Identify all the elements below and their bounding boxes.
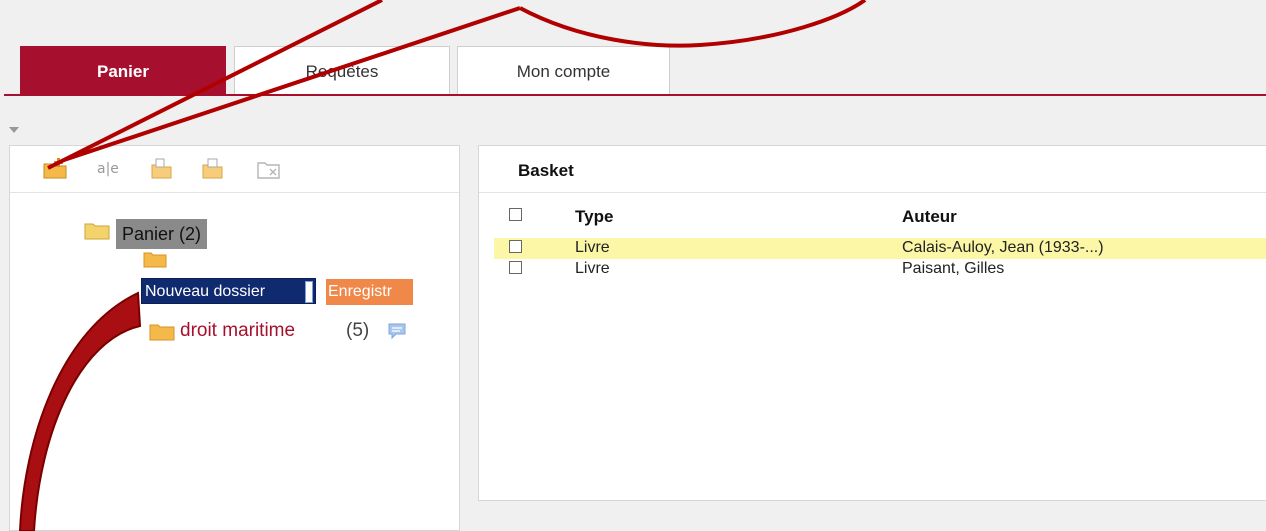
tab-requetes[interactable]: Requêtes xyxy=(234,46,450,94)
table-row[interactable]: Livre Paisant, Gilles xyxy=(494,259,1266,280)
row-author[interactable]: Calais-Auloy, Jean (1933-...) xyxy=(902,239,1104,257)
rename-icon[interactable]: a|e xyxy=(96,156,122,180)
basket-panel: Basket Type Auteur Livre Calais-Auloy, J… xyxy=(478,145,1266,501)
folder-droit-maritime[interactable]: droit maritime xyxy=(180,320,295,342)
folder-item-count: (5) xyxy=(346,320,370,341)
new-folder-icon[interactable] xyxy=(42,156,68,180)
basket-title: Basket xyxy=(518,161,574,180)
move-folder-icon[interactable] xyxy=(200,156,226,180)
row-checkbox[interactable] xyxy=(509,240,522,253)
folder-icon xyxy=(149,324,175,341)
comment-icon[interactable] xyxy=(387,322,407,340)
text-cursor xyxy=(305,281,313,303)
root-folder-icon xyxy=(84,223,110,240)
folder-toolbar: a|e xyxy=(10,146,459,193)
tab-mon-compte[interactable]: Mon compte xyxy=(457,46,670,94)
collapse-toggle-icon[interactable] xyxy=(9,127,19,133)
tab-bar: Panier Requêtes Mon compte xyxy=(0,0,1266,96)
row-author[interactable]: Paisant, Gilles xyxy=(902,260,1004,278)
new-folder-placeholder-icon xyxy=(143,252,167,268)
root-folder-label[interactable]: Panier (2) xyxy=(116,219,208,249)
row-type: Livre xyxy=(575,260,610,277)
copy-folder-icon[interactable] xyxy=(149,156,175,180)
new-folder-name-input[interactable]: Nouveau dossier xyxy=(141,278,316,304)
basket-divider xyxy=(479,192,1266,193)
save-folder-button[interactable]: Enregistr xyxy=(326,279,413,305)
tab-underline xyxy=(4,94,1266,96)
column-header-type[interactable]: Type xyxy=(575,207,613,227)
delete-folder-icon[interactable] xyxy=(256,156,282,180)
row-checkbox[interactable] xyxy=(509,261,522,274)
table-row[interactable]: Livre Calais-Auloy, Jean (1933-...) xyxy=(494,238,1266,259)
svg-text:a|e: a|e xyxy=(97,161,119,177)
select-all-checkbox[interactable] xyxy=(509,208,522,221)
row-type: Livre xyxy=(575,239,610,256)
tab-panier[interactable]: Panier xyxy=(20,46,226,94)
column-header-author[interactable]: Auteur xyxy=(902,207,957,227)
